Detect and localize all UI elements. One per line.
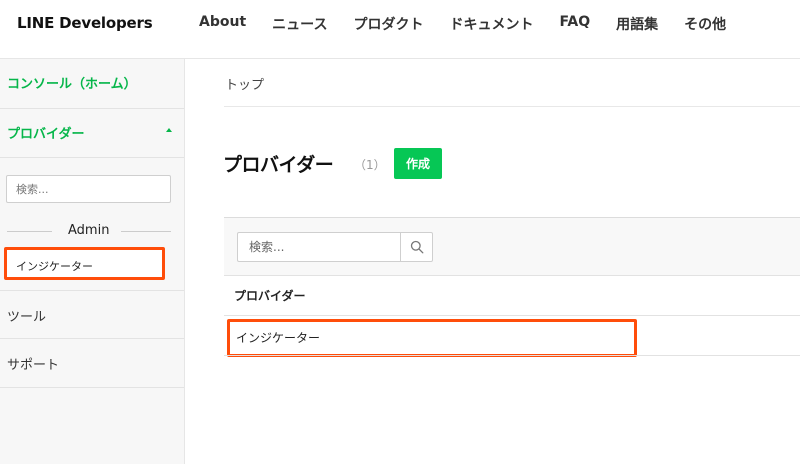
provider-table: プロバイダー インジケーター — [224, 217, 800, 357]
caret-up-icon — [166, 128, 172, 132]
main-nav: About ニュース プロダクト ドキュメント FAQ 用語集 その他 — [199, 14, 752, 34]
table-row[interactable]: インジケーター — [227, 319, 637, 357]
search-icon — [410, 240, 424, 254]
sidebar-item-label: インジケーター — [16, 260, 93, 273]
breadcrumb[interactable]: トップ — [225, 74, 264, 93]
sidebar-item-support[interactable]: サポート — [0, 339, 184, 388]
sidebar-item-console-home[interactable]: コンソール（ホーム） — [0, 59, 184, 109]
sidebar: コンソール（ホーム） プロバイダー Admin インジケーター ツール サポート — [0, 59, 185, 464]
search-button[interactable] — [400, 232, 433, 262]
nav-more[interactable]: その他 — [684, 14, 726, 34]
nav-glossary[interactable]: 用語集 — [616, 14, 658, 34]
create-button[interactable]: 作成 — [394, 148, 442, 179]
sidebar-item-providers[interactable]: プロバイダー — [0, 109, 184, 158]
top-navigation-bar: LINE Developers About ニュース プロダクト ドキュメント … — [0, 0, 800, 59]
brand-logo[interactable]: LINE Developers — [17, 14, 153, 32]
divider — [121, 231, 171, 232]
sidebar-group-label: Admin — [68, 223, 110, 238]
sidebar-item-label: ツール — [7, 310, 47, 325]
provider-search-input[interactable] — [237, 232, 400, 262]
nav-about[interactable]: About — [199, 14, 246, 34]
divider — [224, 106, 800, 107]
nav-news[interactable]: ニュース — [272, 14, 327, 34]
nav-faq[interactable]: FAQ — [559, 14, 590, 34]
sidebar-item-label: コンソール（ホーム） — [7, 77, 137, 92]
divider — [7, 231, 52, 232]
sidebar-item-label: サポート — [7, 358, 60, 373]
table-search-bar — [224, 218, 800, 276]
page-title: プロバイダー — [223, 154, 334, 176]
sidebar-item-label: プロバイダー — [7, 127, 85, 142]
divider — [224, 355, 800, 356]
provider-name: インジケーター — [236, 331, 321, 345]
nav-products[interactable]: プロダクト — [353, 14, 423, 34]
sidebar-item-indicator[interactable]: インジケーター — [4, 247, 165, 280]
provider-count: （1） — [354, 158, 386, 172]
table-header: プロバイダー — [224, 276, 800, 316]
sidebar-search-input[interactable] — [6, 175, 171, 203]
sidebar-item-tools[interactable]: ツール — [0, 290, 184, 339]
column-header-provider: プロバイダー — [234, 289, 306, 303]
nav-docs[interactable]: ドキュメント — [449, 14, 533, 34]
